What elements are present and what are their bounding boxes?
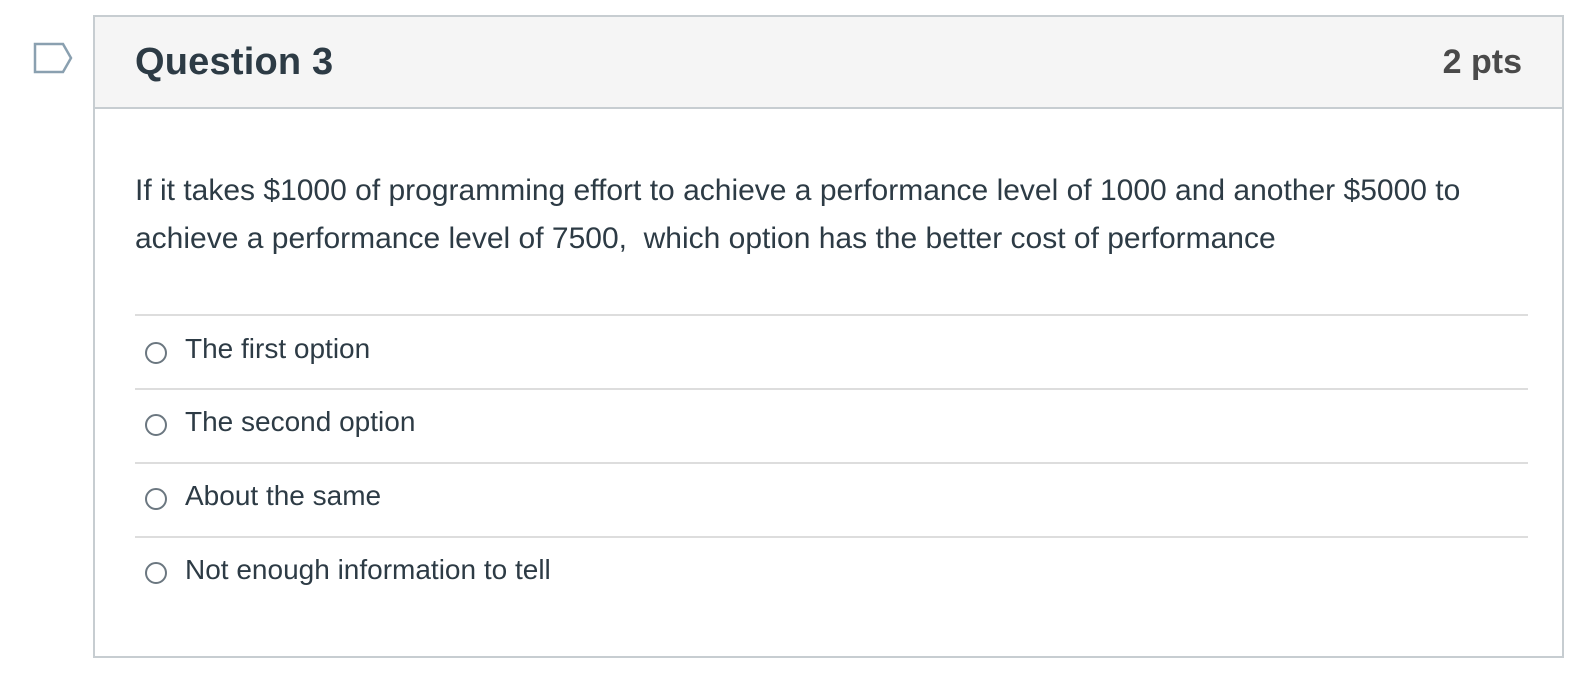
answer-option-2[interactable]: The second option	[135, 388, 1528, 462]
radio-button[interactable]	[145, 488, 167, 510]
question-text: If it takes $1000 of programming effort …	[135, 174, 1469, 255]
bookmark-flag-icon	[33, 42, 73, 74]
question-card: Question 3 2 pts If it takes $1000 of pr…	[93, 15, 1564, 658]
answer-label: The second option	[185, 406, 416, 437]
radio-button[interactable]	[145, 562, 167, 584]
answer-label: About the same	[185, 480, 382, 511]
flag-question-button[interactable]	[33, 42, 77, 76]
answer-list: The first option The second option About…	[135, 314, 1528, 610]
radio-button[interactable]	[145, 414, 167, 436]
answer-option-4[interactable]: Not enough information to tell	[135, 536, 1528, 610]
answer-label: The first option	[185, 333, 371, 364]
radio-button[interactable]	[145, 342, 167, 364]
question-points: 2 pts	[1442, 43, 1522, 81]
answer-option-3[interactable]: About the same	[135, 462, 1528, 536]
answer-label: Not enough information to tell	[185, 554, 551, 585]
question-header: Question 3 2 pts	[95, 17, 1562, 109]
answer-option-1[interactable]: The first option	[135, 314, 1528, 388]
question-title: Question 3	[135, 41, 334, 83]
